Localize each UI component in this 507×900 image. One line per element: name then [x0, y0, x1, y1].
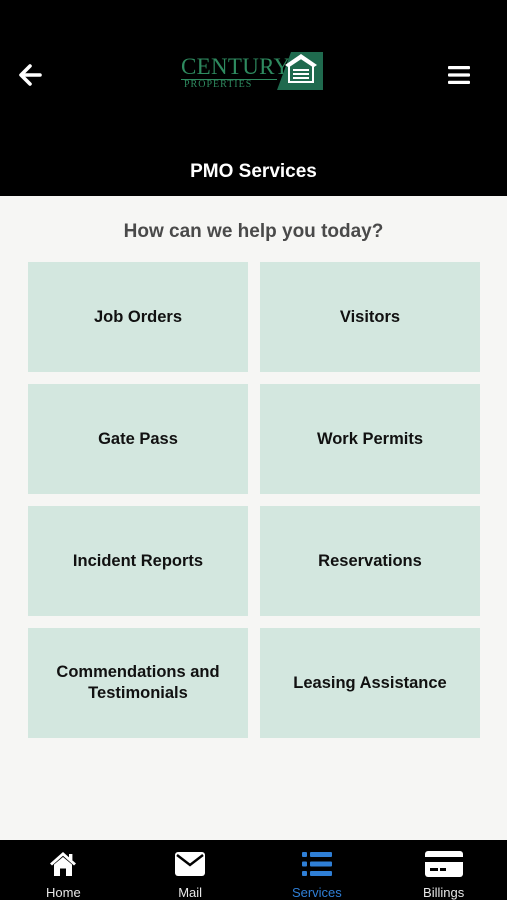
arrow-left-icon	[19, 64, 42, 86]
menu-button[interactable]	[442, 58, 476, 92]
back-button[interactable]	[14, 58, 48, 92]
century-properties-logo: CENTURY PROPERTIES	[181, 52, 327, 94]
service-tile-leasing-assistance[interactable]: Leasing Assistance	[260, 628, 480, 738]
service-tile-work-permits[interactable]: Work Permits	[260, 384, 480, 494]
mail-icon	[175, 851, 206, 876]
bottom-tab-bar: Home Mail Services Billings	[0, 840, 507, 900]
tab-label: Home	[46, 885, 81, 900]
service-tile-job-orders[interactable]: Job Orders	[28, 262, 248, 372]
tab-label: Billings	[423, 885, 465, 900]
tab-services[interactable]: Services	[254, 840, 381, 900]
tab-home[interactable]: Home	[0, 840, 127, 900]
services-grid: Job Orders Visitors Gate Pass Work Permi…	[28, 262, 480, 738]
page-title: PMO Services	[190, 161, 317, 182]
home-icon	[50, 851, 77, 876]
tab-label: Services	[291, 885, 342, 900]
service-tile-gate-pass[interactable]: Gate Pass	[28, 384, 248, 494]
app-screen: CENTURY PROPERTIES PMO Services How can …	[0, 0, 507, 900]
service-tile-visitors[interactable]: Visitors	[260, 262, 480, 372]
service-tile-reservations[interactable]: Reservations	[260, 506, 480, 616]
service-tile-incident-reports[interactable]: Incident Reports	[28, 506, 248, 616]
help-prompt: How can we help you today?	[123, 221, 384, 242]
tab-billings[interactable]: Billings	[380, 840, 507, 900]
hamburger-menu-icon	[448, 66, 470, 84]
services-content: How can we help you today? Job Orders Vi…	[0, 196, 507, 840]
house-emblem-icon	[277, 52, 323, 90]
tab-label: Mail	[178, 885, 203, 900]
list-icon	[301, 851, 332, 876]
credit-card-icon	[424, 850, 463, 877]
header-bar: CENTURY PROPERTIES PMO Services	[0, 0, 507, 196]
service-tile-commendations[interactable]: Commendations and Testimonials	[28, 628, 248, 738]
logo-subtext: PROPERTIES	[184, 79, 253, 90]
logo-text: CENTURY	[181, 54, 291, 79]
tab-mail[interactable]: Mail	[127, 840, 254, 900]
